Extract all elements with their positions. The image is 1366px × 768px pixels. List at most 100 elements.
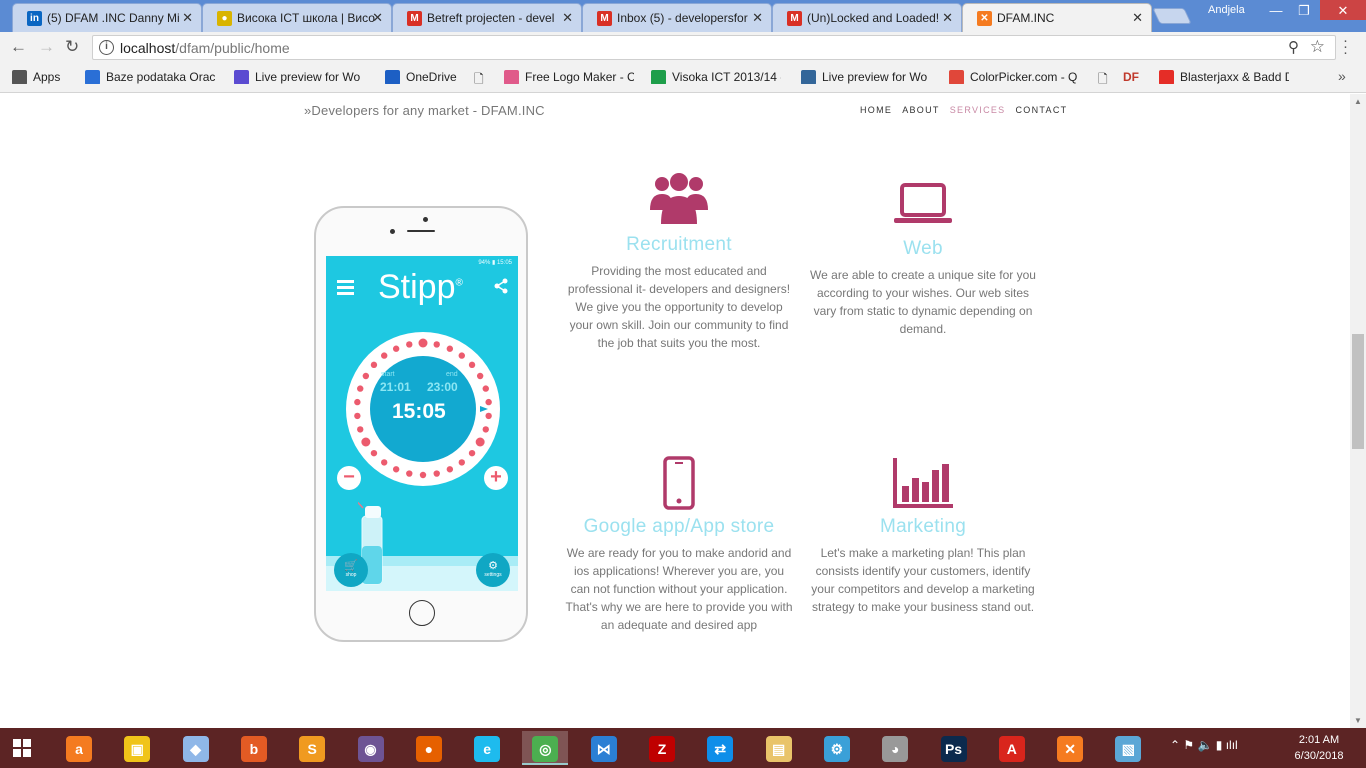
teamviewer-icon[interactable]: ⇄ xyxy=(697,731,743,765)
tab[interactable]: M Betreft projecten - devel ✕ xyxy=(392,3,582,32)
bookmark-label: OneDrive xyxy=(406,70,457,84)
firefox-icon[interactable]: ● xyxy=(406,731,452,765)
clock-time: 2:01 AM xyxy=(1298,734,1340,746)
close-tab-icon[interactable]: ✕ xyxy=(942,10,953,26)
oracle-icon xyxy=(85,70,100,84)
bookmark-item[interactable]: Live preview for Wo xyxy=(234,70,364,84)
phone-sensor xyxy=(390,229,395,234)
koala-icon[interactable]: ◕ xyxy=(872,731,918,765)
bookmark-label: Apps xyxy=(33,70,61,84)
close-tab-icon[interactable]: ✕ xyxy=(1132,10,1143,26)
dial-dot xyxy=(381,459,388,466)
reload-icon[interactable]: ↻ xyxy=(65,37,79,57)
tab[interactable]: M (Un)Locked and Loaded! ✕ xyxy=(772,3,962,32)
bookmark-star-icon[interactable]: ☆ xyxy=(1310,37,1325,57)
chrome-icon[interactable]: ◎ xyxy=(522,731,569,765)
nav-contact[interactable]: CONTACT xyxy=(1015,105,1067,115)
virtualbox-icon[interactable]: ◆ xyxy=(173,731,219,765)
tab[interactable]: ✕ DFAM.INC ✕ xyxy=(962,3,1152,32)
address-bar[interactable]: i localhost/dfam/public/home ⚲ ☆ xyxy=(92,35,1336,60)
dial-dot xyxy=(433,341,440,348)
clock[interactable]: 2:01 AM 6/30/2018 xyxy=(1290,732,1348,764)
close-tab-icon[interactable]: ✕ xyxy=(372,10,383,26)
sublime-icon[interactable]: S xyxy=(289,731,335,765)
scroll-up-icon[interactable]: ▲ xyxy=(1354,97,1362,106)
info-icon[interactable]: i xyxy=(99,40,114,55)
avast-icon[interactable]: a xyxy=(56,731,102,765)
bookmark-item[interactable]: OneDrive xyxy=(385,70,485,84)
phone-status-bar: 94% ▮ 15:05 xyxy=(478,260,512,266)
plus-button: + xyxy=(484,466,508,490)
minimize-icon[interactable]: — xyxy=(1262,3,1290,18)
settings-app-icon-glyph: ⚙ xyxy=(823,736,850,762)
menu-icon[interactable]: · · · xyxy=(1343,33,1348,60)
document-icon[interactable]: 🗋 xyxy=(1098,70,1108,91)
page-scrollbar[interactable]: ▲ ▼ xyxy=(1350,94,1366,728)
settings-label: settings xyxy=(484,572,502,578)
tab[interactable]: ● Висока ICT школа | Висо ✕ xyxy=(202,3,392,32)
windows-start-icon[interactable] xyxy=(13,739,31,757)
more-bookmarks-icon[interactable]: » xyxy=(1338,68,1346,84)
acrobat-icon[interactable]: A xyxy=(989,731,1035,765)
vscode-icon[interactable]: ⋈ xyxy=(581,731,627,765)
site-nav: HOME ABOUT SERVICES CONTACT xyxy=(860,105,1077,115)
back-icon[interactable]: ← xyxy=(10,37,27,57)
phone-home-button xyxy=(409,600,435,626)
bookmark-item[interactable]: Blasterjaxx & Badd D xyxy=(1159,70,1289,84)
gmail-icon: M xyxy=(597,11,612,26)
bookmark-item[interactable]: Baze podataka Oracl xyxy=(85,70,215,84)
dial-dot xyxy=(468,449,476,457)
github-icon[interactable]: ◉ xyxy=(348,731,394,765)
firefox-icon-glyph: ● xyxy=(415,736,442,762)
dial-dot xyxy=(476,372,484,380)
service-text: We are able to create a unique site for … xyxy=(810,268,1036,336)
profile-name[interactable]: Andjela xyxy=(1208,4,1245,16)
scroll-thumb[interactable] xyxy=(1352,334,1364,449)
zoom-icon[interactable]: ⚲ xyxy=(1288,38,1299,56)
close-window-icon[interactable]: ✕ xyxy=(1320,0,1366,20)
bandicam-icon[interactable]: b xyxy=(231,731,277,765)
forward-icon[interactable]: → xyxy=(38,37,55,57)
ie-icon-glyph: e xyxy=(474,736,501,762)
dial-dot xyxy=(381,352,388,359)
bookmark-item[interactable]: Free Logo Maker - C xyxy=(504,70,634,84)
close-tab-icon[interactable]: ✕ xyxy=(182,10,193,26)
tab[interactable]: in (5) DFAM .INC Danny Mi ✕ xyxy=(12,3,202,32)
sublime-icon-glyph: S xyxy=(299,736,326,762)
close-tab-icon[interactable]: ✕ xyxy=(752,10,763,26)
filezilla-icon[interactable]: Z xyxy=(639,731,685,765)
restore-icon[interactable]: ❐ xyxy=(1290,3,1318,19)
service-web: Web We are able to create a unique site … xyxy=(808,182,1038,338)
bookmark-item[interactable]: Live preview for Wo xyxy=(801,70,931,84)
document-icon[interactable]: 🗋 xyxy=(474,70,484,91)
share-icon xyxy=(494,278,508,294)
new-tab-button[interactable] xyxy=(1152,8,1192,24)
url-text[interactable]: localhost/dfam/public/home xyxy=(120,40,290,56)
app-name: Stipp® xyxy=(378,268,463,306)
bookmark-item[interactable]: Apps xyxy=(12,70,72,84)
close-tab-icon[interactable]: ✕ xyxy=(562,10,573,26)
tab[interactable]: M Inbox (5) - developersfor ✕ xyxy=(582,3,772,32)
scroll-down-icon[interactable]: ▼ xyxy=(1354,716,1362,725)
nav-home[interactable]: HOME xyxy=(860,105,892,115)
photos-icon[interactable]: ▧ xyxy=(1105,731,1151,765)
xampp-icon[interactable]: ✕ xyxy=(1047,731,1093,765)
apps-icon xyxy=(12,70,27,84)
settings-app-icon[interactable]: ⚙ xyxy=(814,731,860,765)
site-title: »Developers for any market - DFAM.INC xyxy=(304,103,545,118)
photoshop-icon[interactable]: Ps xyxy=(931,731,977,765)
system-tray[interactable]: ⌃ ⚑ 🔈 ▮ ılıl xyxy=(1170,738,1238,752)
file-explorer-icon-glyph: ▣ xyxy=(124,736,151,762)
logo-icon xyxy=(504,70,519,84)
ie-icon[interactable]: e xyxy=(464,731,510,765)
dial-dot xyxy=(419,471,427,479)
bookmark-item[interactable]: Visoka ICT 2013/14 - xyxy=(651,70,781,84)
bookmark-item[interactable]: ColorPicker.com - Q xyxy=(949,70,1079,84)
nav-about[interactable]: ABOUT xyxy=(902,105,940,115)
bookmark-df[interactable]: DF xyxy=(1123,70,1139,84)
current-time: 15:05 xyxy=(392,400,446,423)
file-explorer-icon[interactable]: ▣ xyxy=(114,731,160,765)
nav-services[interactable]: SERVICES xyxy=(950,105,1006,115)
tab-title: Inbox (5) - developersfor xyxy=(617,11,748,25)
folder-icon[interactable]: ▤ xyxy=(756,731,802,765)
